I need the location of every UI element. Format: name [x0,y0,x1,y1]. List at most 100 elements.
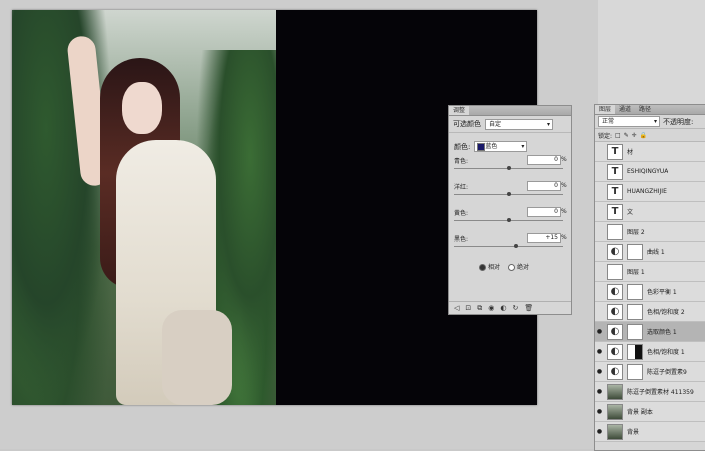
eye-icon[interactable]: ● [595,408,604,415]
layer-row[interactable]: T文 [595,202,705,222]
layer-row[interactable]: ● ◐ 选取颜色 1 [595,322,705,342]
adjustment-icon: ◐ [607,343,623,360]
layer-row[interactable]: ◐ 色彩平衡 1 [595,282,705,302]
layers-tabbar: 图层 通道 路径 [595,105,705,115]
layer-name: 材 [627,149,634,156]
slider-track[interactable] [454,246,563,247]
layer-name: 陈逗子倒置素材 411359 [627,389,694,396]
adjustment-icon: ◐ [607,363,623,380]
layer-row[interactable]: ● ◐ 色相/饱和度 1 [595,342,705,362]
color-value: 蓝色 [485,143,498,150]
slider-unit: % [561,234,567,241]
photo-image [12,10,276,405]
layer-row[interactable]: T ESHIQINGYUA [595,162,705,182]
eye-icon[interactable]: ● [595,388,604,395]
preset-select[interactable]: 自定 ▾ [485,118,553,130]
layer-row[interactable]: T HUANGZHIJIE [595,182,705,202]
layer-mask-thumbnail[interactable] [627,323,643,340]
layer-name: 陈逗子倒置素9 [647,369,687,376]
refresh-icon[interactable]: ↻ [512,304,518,312]
blend-mode-select[interactable]: 正常 ▾ [598,116,660,127]
tab-layers-0[interactable]: 图层 [595,105,616,114]
lock-label: 锁定: [598,132,613,140]
eye-icon[interactable]: ● [595,368,604,375]
layer-name: 选取颜色 1 [647,329,677,336]
eye-icon[interactable]: ● [595,348,604,355]
lock-paint-icon[interactable]: ✎ [624,132,629,139]
layer-row[interactable]: ◐ 色相/饱和度 2 [595,302,705,322]
eye-icon[interactable]: ● [595,328,604,335]
layer-row[interactable]: ● ◐ 陈逗子倒置素9 [595,362,705,382]
trash-icon[interactable]: 🗑 [524,304,533,312]
adjustment-preset-row: 可选颜色 自定 ▾ [449,116,571,133]
eye-icon[interactable]: ● [595,428,604,435]
layer-row[interactable]: 图层 2 [595,222,705,242]
layer-mask-thumbnail[interactable] [627,243,643,260]
slider-value-input[interactable]: 0 [527,155,561,165]
method-absolute-label: 绝对 [517,264,530,271]
method-absolute[interactable]: 绝对 [508,262,529,271]
slider-thumb[interactable] [506,192,511,196]
radio-absolute[interactable] [508,264,516,271]
layer-name: HUANGZHIJIE [627,188,667,195]
method-relative[interactable]: 相对 [479,262,500,271]
text-layer-icon: T [607,143,623,160]
eye-icon[interactable]: ◉ [488,304,494,312]
text-layer-icon: T [607,183,623,200]
slider-label: 青色: [454,158,469,165]
slider-value-input[interactable]: 0 [527,207,561,217]
opacity-label: 不透明度: [663,117,694,126]
layer-thumbnail [607,263,623,280]
tab-layers-1[interactable]: 通道 [615,105,635,114]
layer-mask-thumbnail[interactable] [627,363,643,380]
slider-group: 青色: 0 % 洋红: 0 % 黄色: 0 % 黑色: +15 % [449,154,571,258]
color-swatch [477,143,486,151]
layer-row[interactable]: ● 背景 副本 [595,402,705,422]
layer-row[interactable]: ● 背景 [595,422,705,442]
layer-thumbnail [607,423,623,440]
slider-value-input[interactable]: 0 [527,181,561,191]
method-relative-label: 相对 [488,264,501,271]
adjustments-panel: 调整 可选颜色 自定 ▾ 颜色: 蓝色 ▾ 青色: 0 % 洋红: 0 % 黄色… [448,105,572,315]
layer-row[interactable]: 图层 1 [595,262,705,282]
adjustments-footer: ◁ ⊡ ⧉ ◉ ◐ ↻ 🗑 [449,301,571,314]
layer-row[interactable]: ◐ 曲线 1 [595,242,705,262]
view-previous-icon[interactable]: ◐ [500,304,506,312]
back-icon[interactable]: ◁ [454,304,459,312]
layer-mask-thumbnail[interactable] [627,343,643,360]
slider-unit: % [561,208,567,215]
tab-adjustments[interactable]: 调整 [449,106,470,115]
layer-name: 背景 副本 [627,409,653,416]
slider-value-input[interactable]: +15 [527,233,561,243]
tab-layers-2[interactable]: 路径 [635,105,655,114]
adjustments-titlebar[interactable]: 调整 [449,106,571,116]
adjustment-icon: ◐ [607,303,623,320]
color-label: 颜色: [454,142,471,151]
lock-move-icon[interactable]: ✛ [632,132,637,139]
layer-mask-thumbnail[interactable] [627,303,643,320]
adjustment-icon: ◐ [607,323,623,340]
lock-all-icon[interactable]: 🔒 [640,132,647,139]
slider-label: 洋红: [454,184,469,191]
lock-pixels-icon[interactable]: □ [615,132,621,139]
layer-name: 色彩平衡 1 [647,289,677,296]
layer-row[interactable]: T材 [595,142,705,162]
slider-row: 黄色: 0 % [449,206,571,232]
layer-name: 色相/饱和度 2 [647,309,685,316]
chevron-down-icon: ▾ [546,120,550,128]
expand-icon[interactable]: ⊡ [465,304,471,312]
adjustment-icon: ◐ [607,283,623,300]
chevron-down-icon: ▾ [653,118,657,125]
slider-thumb[interactable] [506,166,511,170]
slider-thumb[interactable] [506,218,511,222]
slider-row: 青色: 0 % [449,154,571,180]
clip-icon[interactable]: ⧉ [477,304,482,313]
radio-relative[interactable] [479,264,486,271]
blend-mode-value: 正常 [602,118,615,125]
layer-mask-thumbnail[interactable] [627,283,643,300]
color-select[interactable]: 蓝色 ▾ [474,141,528,152]
layer-name: ESHIQINGYUA [627,168,669,175]
layer-row[interactable]: ● 陈逗子倒置素材 411359 [595,382,705,402]
slider-thumb[interactable] [514,244,519,248]
layer-name: 文 [627,209,634,216]
